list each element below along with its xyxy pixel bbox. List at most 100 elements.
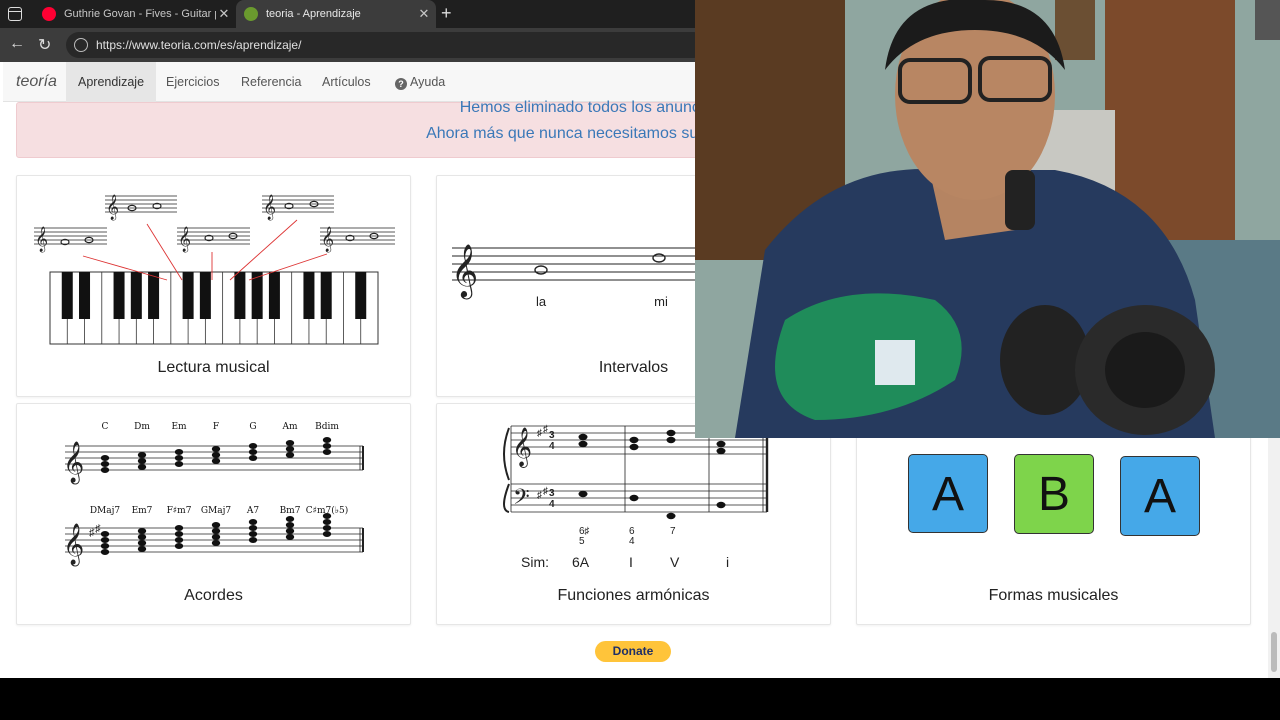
brand-logo[interactable]: teoría	[16, 73, 57, 91]
svg-text:𝄞: 𝄞	[178, 226, 191, 252]
chord-name: G	[249, 422, 256, 432]
svg-text:𝄞: 𝄞	[263, 194, 276, 220]
chord-note	[248, 519, 258, 525]
chord-note	[211, 458, 221, 464]
chord-note	[285, 440, 295, 446]
letterbox-bottom	[0, 678, 1280, 720]
svg-text:♯: ♯	[543, 424, 548, 435]
chord-note	[248, 537, 258, 543]
chord-note	[174, 461, 184, 467]
form-block-b: B	[1014, 454, 1094, 534]
chord-note	[285, 516, 295, 522]
card-lectura-musical[interactable]: 𝄞 𝄞 𝄞 𝄞 𝄞 Lectura musical	[16, 175, 411, 397]
url-field[interactable]: https://www.teoria.com/es/aprendizaje/	[66, 32, 706, 58]
close-tab-icon[interactable]: ✕	[416, 6, 432, 22]
tab-guthrie-govan[interactable]: Guthrie Govan - Fives - Guitar pe ✕	[34, 0, 236, 28]
chord-note	[285, 534, 295, 540]
svg-text:♯: ♯	[543, 486, 548, 497]
piano-black-key	[320, 272, 332, 319]
site-info-icon[interactable]	[74, 38, 88, 52]
chord-note	[174, 537, 184, 543]
chord-note	[137, 452, 147, 458]
teoria-favicon-icon	[244, 7, 258, 21]
chord-name: Em	[171, 422, 187, 432]
scrollbar-thumb[interactable]	[1271, 632, 1277, 672]
new-tab-icon[interactable]: +	[441, 3, 452, 24]
sim-label: Sim:	[521, 554, 549, 570]
chord-note	[211, 540, 221, 546]
card-title: Formas musicales	[988, 587, 1119, 604]
chord-note	[100, 461, 110, 467]
nav-articulos[interactable]: Artículos	[310, 62, 383, 102]
piano-black-key	[303, 272, 315, 319]
figure-5: 5	[579, 536, 585, 547]
piano-black-key	[199, 272, 211, 319]
chord-note	[285, 452, 295, 458]
nav-ejercicios[interactable]: Ejercicios	[154, 62, 232, 102]
chord-name: Bm7	[280, 506, 301, 516]
nav-ayuda[interactable]: ? Ayuda	[383, 62, 457, 102]
form-block-a: A	[908, 454, 988, 533]
chord-name: C	[102, 422, 109, 432]
chord-note	[137, 534, 147, 540]
chord-name: F♯m7	[167, 506, 192, 516]
tab-actions-icon[interactable]	[8, 7, 22, 21]
chord-note	[211, 528, 221, 534]
chord-note	[285, 528, 295, 534]
svg-text:♯: ♯	[537, 490, 542, 501]
url-text: https://www.teoria.com/es/aprendizaje/	[96, 38, 302, 52]
reload-icon[interactable]: ↻	[38, 35, 51, 55]
chord-note	[322, 437, 332, 443]
chord-note	[285, 522, 295, 528]
youtube-favicon-icon	[42, 7, 56, 21]
piano-black-key	[130, 272, 142, 319]
sim-V: V	[670, 554, 680, 570]
chord-note	[100, 467, 110, 473]
nav-aprendizaje[interactable]: Aprendizaje	[66, 62, 157, 102]
chord-note	[137, 546, 147, 552]
chord-note	[211, 446, 221, 452]
svg-text:𝄞: 𝄞	[451, 243, 478, 299]
card-title: Acordes	[184, 587, 243, 604]
piano-black-key	[268, 272, 280, 319]
chord-note	[174, 449, 184, 455]
chord-note	[100, 531, 110, 537]
card-title: Funciones armónicas	[557, 587, 710, 604]
nav-referencia[interactable]: Referencia	[229, 62, 313, 102]
chord-note	[322, 525, 332, 531]
tab-teoria[interactable]: teoria - Aprendizaje ✕	[236, 0, 436, 28]
donate-button[interactable]: Donate	[595, 641, 671, 662]
back-arrow-icon[interactable]: ←	[9, 35, 25, 53]
sim-6a: 6A	[572, 554, 590, 570]
chord-note	[248, 525, 258, 531]
chord-note	[248, 531, 258, 537]
chord-note	[174, 455, 184, 461]
piano-black-key	[113, 272, 125, 319]
chord-note	[211, 534, 221, 540]
chord-note	[137, 458, 147, 464]
chord-name: A7	[246, 506, 259, 516]
svg-text:♯: ♯	[537, 428, 542, 439]
webcam-person-image	[695, 0, 1280, 438]
svg-text:𝄞: 𝄞	[63, 441, 84, 484]
chord-note	[322, 443, 332, 449]
chord-name: Dm	[134, 422, 150, 432]
svg-text:3: 3	[549, 488, 555, 499]
chord-note	[137, 464, 147, 470]
close-tab-icon[interactable]: ✕	[216, 6, 232, 22]
piano-black-key	[251, 272, 263, 319]
chord-name: Em7	[132, 506, 153, 516]
chord-name: DMaj7	[90, 506, 121, 516]
svg-text:𝄞: 𝄞	[63, 523, 84, 566]
chord-name: F	[213, 422, 219, 432]
svg-text:3: 3	[549, 430, 555, 441]
card-acordes[interactable]: C Dm Em F G Am Bdim 𝄞 𝄞 ♯ ♯ DMaj7 Em7 F♯m7 GMaj7 A7…	[16, 403, 411, 625]
piano-black-key	[182, 272, 194, 319]
interval-note-mi: mi	[654, 294, 668, 309]
chord-note	[211, 452, 221, 458]
screen: Guthrie Govan - Fives - Guitar pe ✕ teor…	[0, 0, 1280, 720]
chord-note	[174, 525, 184, 531]
svg-text:𝄞: 𝄞	[35, 226, 48, 252]
chord-note	[248, 443, 258, 449]
chord-note	[137, 528, 147, 534]
